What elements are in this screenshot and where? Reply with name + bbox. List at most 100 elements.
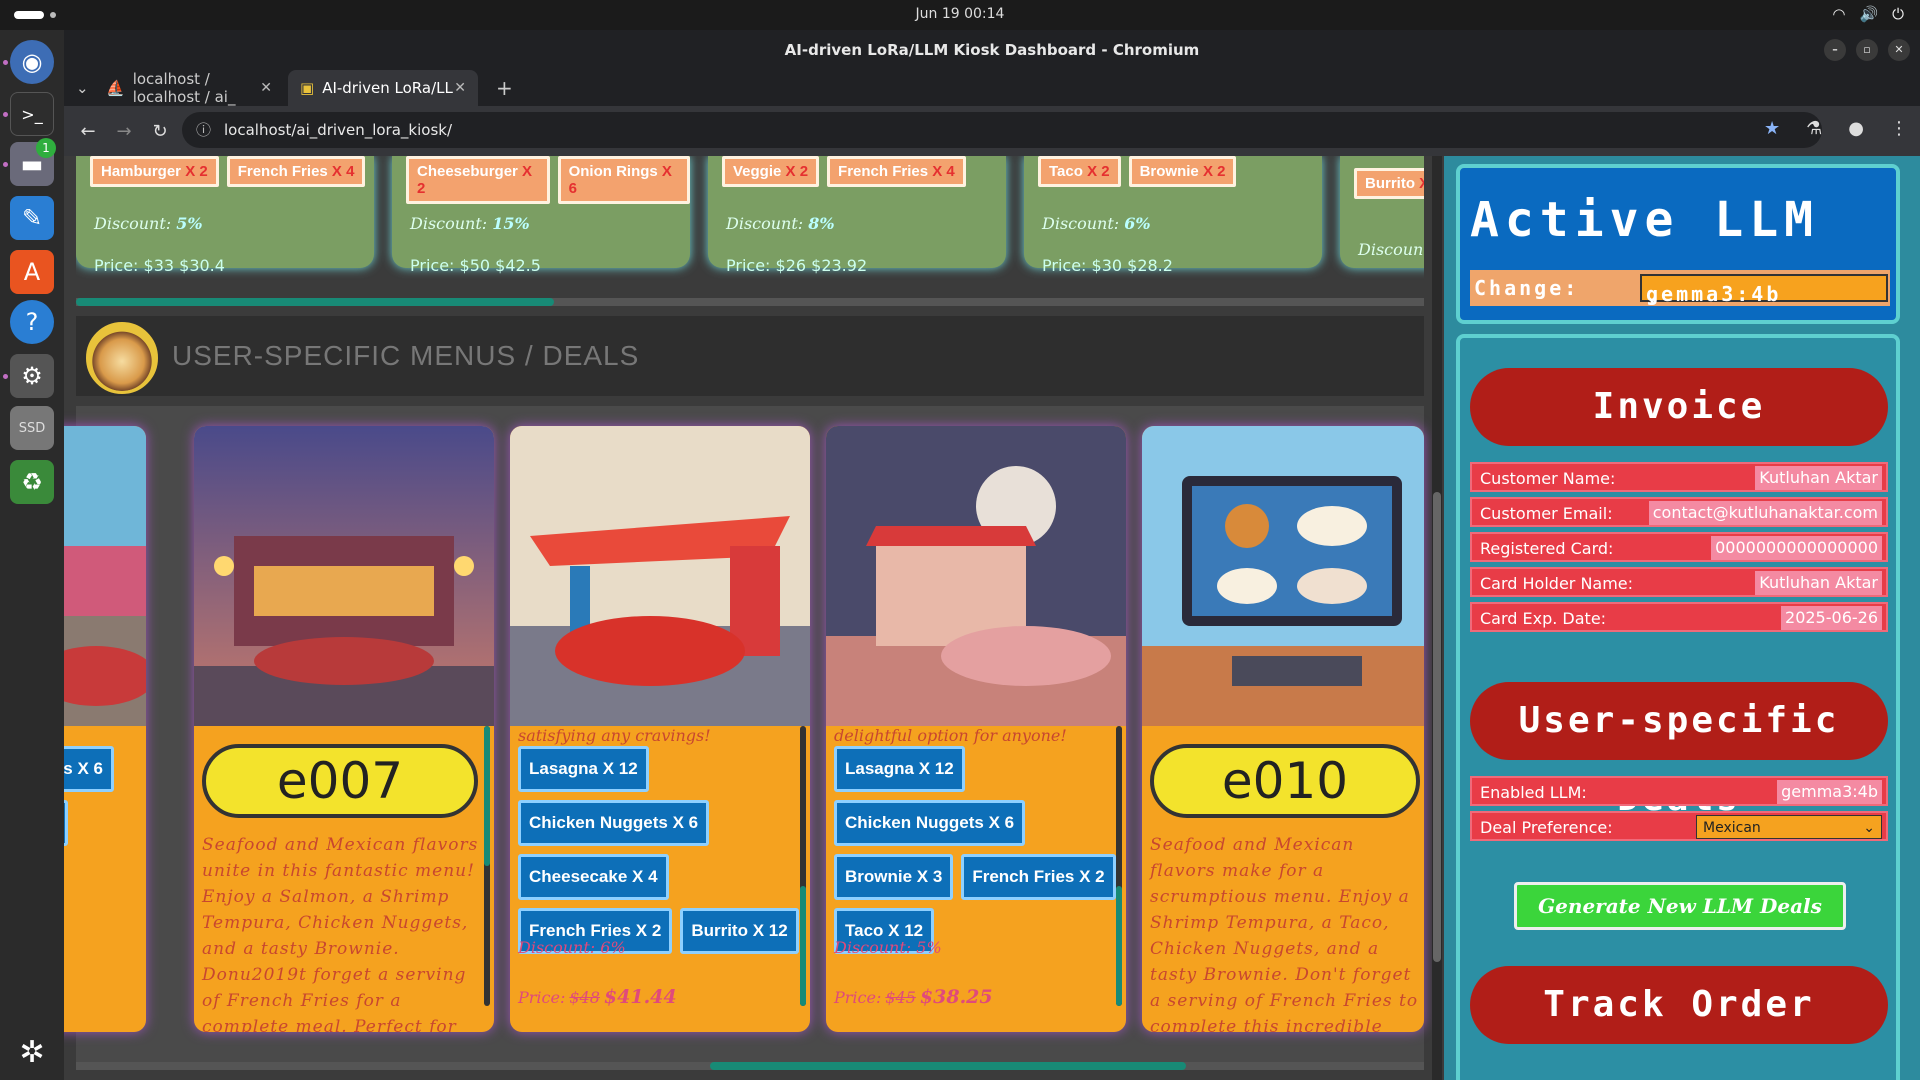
menu-item-chip: Onion Rings X 6 xyxy=(557,156,690,204)
horizontal-scrollbar[interactable] xyxy=(76,298,1424,306)
enabled-llm-value: gemma3:4b xyxy=(1777,780,1882,804)
invoice-row: Customer Email: contact@kutluhanaktar.com xyxy=(1470,497,1888,527)
menu-item-chip: Brownie X 2 xyxy=(1128,156,1237,187)
deal-card[interactable]: uggets X 6 s X 2 xyxy=(64,426,146,1032)
track-order-button[interactable]: Track Order xyxy=(1470,966,1888,1044)
deal-preference-select[interactable]: Mexican ⌄ xyxy=(1696,815,1882,839)
scrollbar-thumb[interactable] xyxy=(76,298,554,306)
menu-kebab-icon[interactable]: ⋮ xyxy=(1890,118,1908,139)
menus-column: Hamburger X 2 French Fries X 4 Discount:… xyxy=(64,156,1424,1080)
card-scrollbar[interactable] xyxy=(800,726,806,1006)
deal-item-chip: uggets X 6 xyxy=(64,746,114,792)
invoice-value: Kutluhan Aktar xyxy=(1755,466,1882,490)
show-apps-icon[interactable]: ✲ xyxy=(10,1030,54,1074)
deal-item-chip: Brownie X 3 xyxy=(834,854,954,900)
user-deals-button[interactable]: User-specific Deals xyxy=(1470,682,1888,819)
card-scrollbar[interactable] xyxy=(484,726,490,1006)
app-center-icon[interactable]: A xyxy=(10,250,54,294)
price-label: Price: $30 $28.2 xyxy=(1042,256,1173,275)
page-content: Hamburger X 2 French Fries X 4 Discount:… xyxy=(64,156,1920,1080)
deal-discount: Discount: 6% xyxy=(518,938,626,957)
deal-description-tail: delightful option for anyone! xyxy=(834,726,1067,745)
tab-close-icon[interactable]: ✕ xyxy=(260,80,272,96)
page-vertical-scrollbar[interactable] xyxy=(1432,156,1442,1080)
discount-label: Discount: 8% xyxy=(726,214,835,233)
toolbar: ← → ↻ ⓘ localhost/ai_driven_lora_kiosk/ … xyxy=(64,106,1920,156)
deal-card[interactable]: satisfying any cravings! Lasagna X 12 Ch… xyxy=(510,426,810,1032)
running-indicator xyxy=(3,162,8,167)
menu-item-chip: French Fries X 4 xyxy=(226,156,366,187)
invoice-row: Card Holder Name: Kutluhan Aktar xyxy=(1470,567,1888,597)
chromium-icon[interactable]: ◉ xyxy=(10,40,54,84)
text-editor-icon[interactable]: ✎ xyxy=(10,196,54,240)
forward-arrow-icon[interactable]: → xyxy=(106,121,142,142)
scrollbar-thumb[interactable] xyxy=(710,1062,1186,1070)
phpmyadmin-favicon-icon: ⛵ xyxy=(106,79,125,97)
wifi-icon[interactable]: ◠ xyxy=(1832,5,1845,23)
customer-panel: Invoice Customer Name: Kutluhan Aktar Cus… xyxy=(1456,334,1900,1080)
running-indicator xyxy=(3,374,8,379)
deal-description: Seafood and Mexican flavors unite in thi… xyxy=(202,835,479,1032)
files-icon[interactable]: ▬ 1 xyxy=(10,138,56,186)
deal-card-image xyxy=(64,426,146,726)
deal-card[interactable]: e007 Seafood and Mexican flavors unite i… xyxy=(194,426,494,1032)
menu-card[interactable]: Burrito X Discount: xyxy=(1340,156,1424,268)
address-bar[interactable]: ⓘ localhost/ai_driven_lora_kiosk/ xyxy=(182,112,1822,148)
deal-item-chip: s X 2 xyxy=(64,800,68,846)
deal-price: Price: $48 $41.44 xyxy=(518,986,677,1008)
terminal-icon[interactable]: >_ xyxy=(10,92,54,136)
llm-select[interactable]: gemma3:4b ⌄ xyxy=(1640,274,1888,306)
running-indicator xyxy=(3,112,8,117)
labs-flask-icon[interactable]: ⚗ xyxy=(1806,118,1822,139)
new-tab-plus-icon[interactable]: + xyxy=(484,70,520,106)
site-info-icon[interactable]: ⓘ xyxy=(196,112,211,148)
menu-card[interactable]: Veggie X 2 French Fries X 4 Discount: 8%… xyxy=(708,156,1006,275)
horizontal-scrollbar[interactable] xyxy=(76,1062,1424,1070)
invoice-button[interactable]: Invoice xyxy=(1470,368,1888,446)
invoice-value: 2025-06-26 xyxy=(1781,606,1882,630)
browser-chrome: AI-driven LoRa/LLM Kiosk Dashboard - Chr… xyxy=(64,30,1920,156)
reload-icon[interactable]: ↻ xyxy=(142,121,178,142)
deal-code-badge: e007 xyxy=(202,744,478,818)
card-scrollbar[interactable] xyxy=(1116,726,1122,1006)
close-icon[interactable]: ✕ xyxy=(1888,39,1910,61)
chevron-down-icon: ⌄ xyxy=(1863,820,1875,836)
invoice-row: Registered Card: 0000000000000000 xyxy=(1470,532,1888,562)
scrollbar-thumb[interactable] xyxy=(1433,492,1441,962)
help-icon[interactable]: ? xyxy=(10,300,54,344)
tab-kiosk[interactable]: ▣ AI-driven LoRa/LLM Kiosk ✕ xyxy=(288,70,478,106)
tab-list-chevron-icon[interactable]: ⌄ xyxy=(64,70,94,106)
deal-card-image xyxy=(826,426,1126,726)
menu-card[interactable]: Taco X 2 Brownie X 2 Discount: 6% Price:… xyxy=(1024,156,1322,275)
deal-item-chip: Lasagna X 12 xyxy=(518,746,649,792)
deal-card-image xyxy=(1142,426,1424,726)
menu-item-chip: Burrito X xyxy=(1354,168,1424,199)
deal-item-chip: Chicken Nuggets X 6 xyxy=(518,800,710,846)
discount-label: Discount: xyxy=(1358,240,1424,259)
power-icon[interactable]: ⏻ xyxy=(1892,5,1904,23)
deal-card[interactable]: e010 Seafood and Mexican flavors make fo… xyxy=(1142,426,1424,1032)
generate-deals-button[interactable]: Generate New LLM Deals xyxy=(1514,882,1846,930)
profile-icon[interactable]: ● xyxy=(1848,118,1864,139)
minimize-icon[interactable]: – xyxy=(1824,39,1846,61)
menu-card[interactable]: Cheeseburger X 2 Onion Rings X 6 Discoun… xyxy=(392,156,690,275)
discount-label: Discount: 5% xyxy=(94,214,203,233)
menu-card[interactable]: Hamburger X 2 French Fries X 4 Discount:… xyxy=(76,156,374,275)
trash-icon[interactable]: ♻ xyxy=(10,460,54,504)
tab-localhost[interactable]: ⛵ localhost / localhost / ai_ ✕ xyxy=(94,70,284,106)
deal-card[interactable]: delightful option for anyone! Lasagna X … xyxy=(826,426,1126,1032)
bookmark-star-icon[interactable]: ★ xyxy=(1764,118,1780,139)
change-label: Change: xyxy=(1474,276,1580,300)
deal-card-image xyxy=(194,426,494,726)
url-text: localhost/ai_driven_lora_kiosk/ xyxy=(224,121,453,139)
settings-gear-icon[interactable]: ⚙ xyxy=(10,354,54,398)
tab-close-icon[interactable]: ✕ xyxy=(454,80,466,96)
ssd-drive-icon[interactable]: SSD xyxy=(10,406,54,450)
maximize-icon[interactable]: ▫ xyxy=(1856,39,1878,61)
volume-icon[interactable]: 🔊 xyxy=(1859,5,1878,23)
food-plate-logo xyxy=(86,322,158,394)
invoice-row: Card Exp. Date: 2025-06-26 xyxy=(1470,602,1888,632)
running-indicator xyxy=(3,60,8,65)
back-arrow-icon[interactable]: ← xyxy=(70,121,106,142)
system-clock[interactable]: Jun 19 00:14 xyxy=(0,6,1920,22)
